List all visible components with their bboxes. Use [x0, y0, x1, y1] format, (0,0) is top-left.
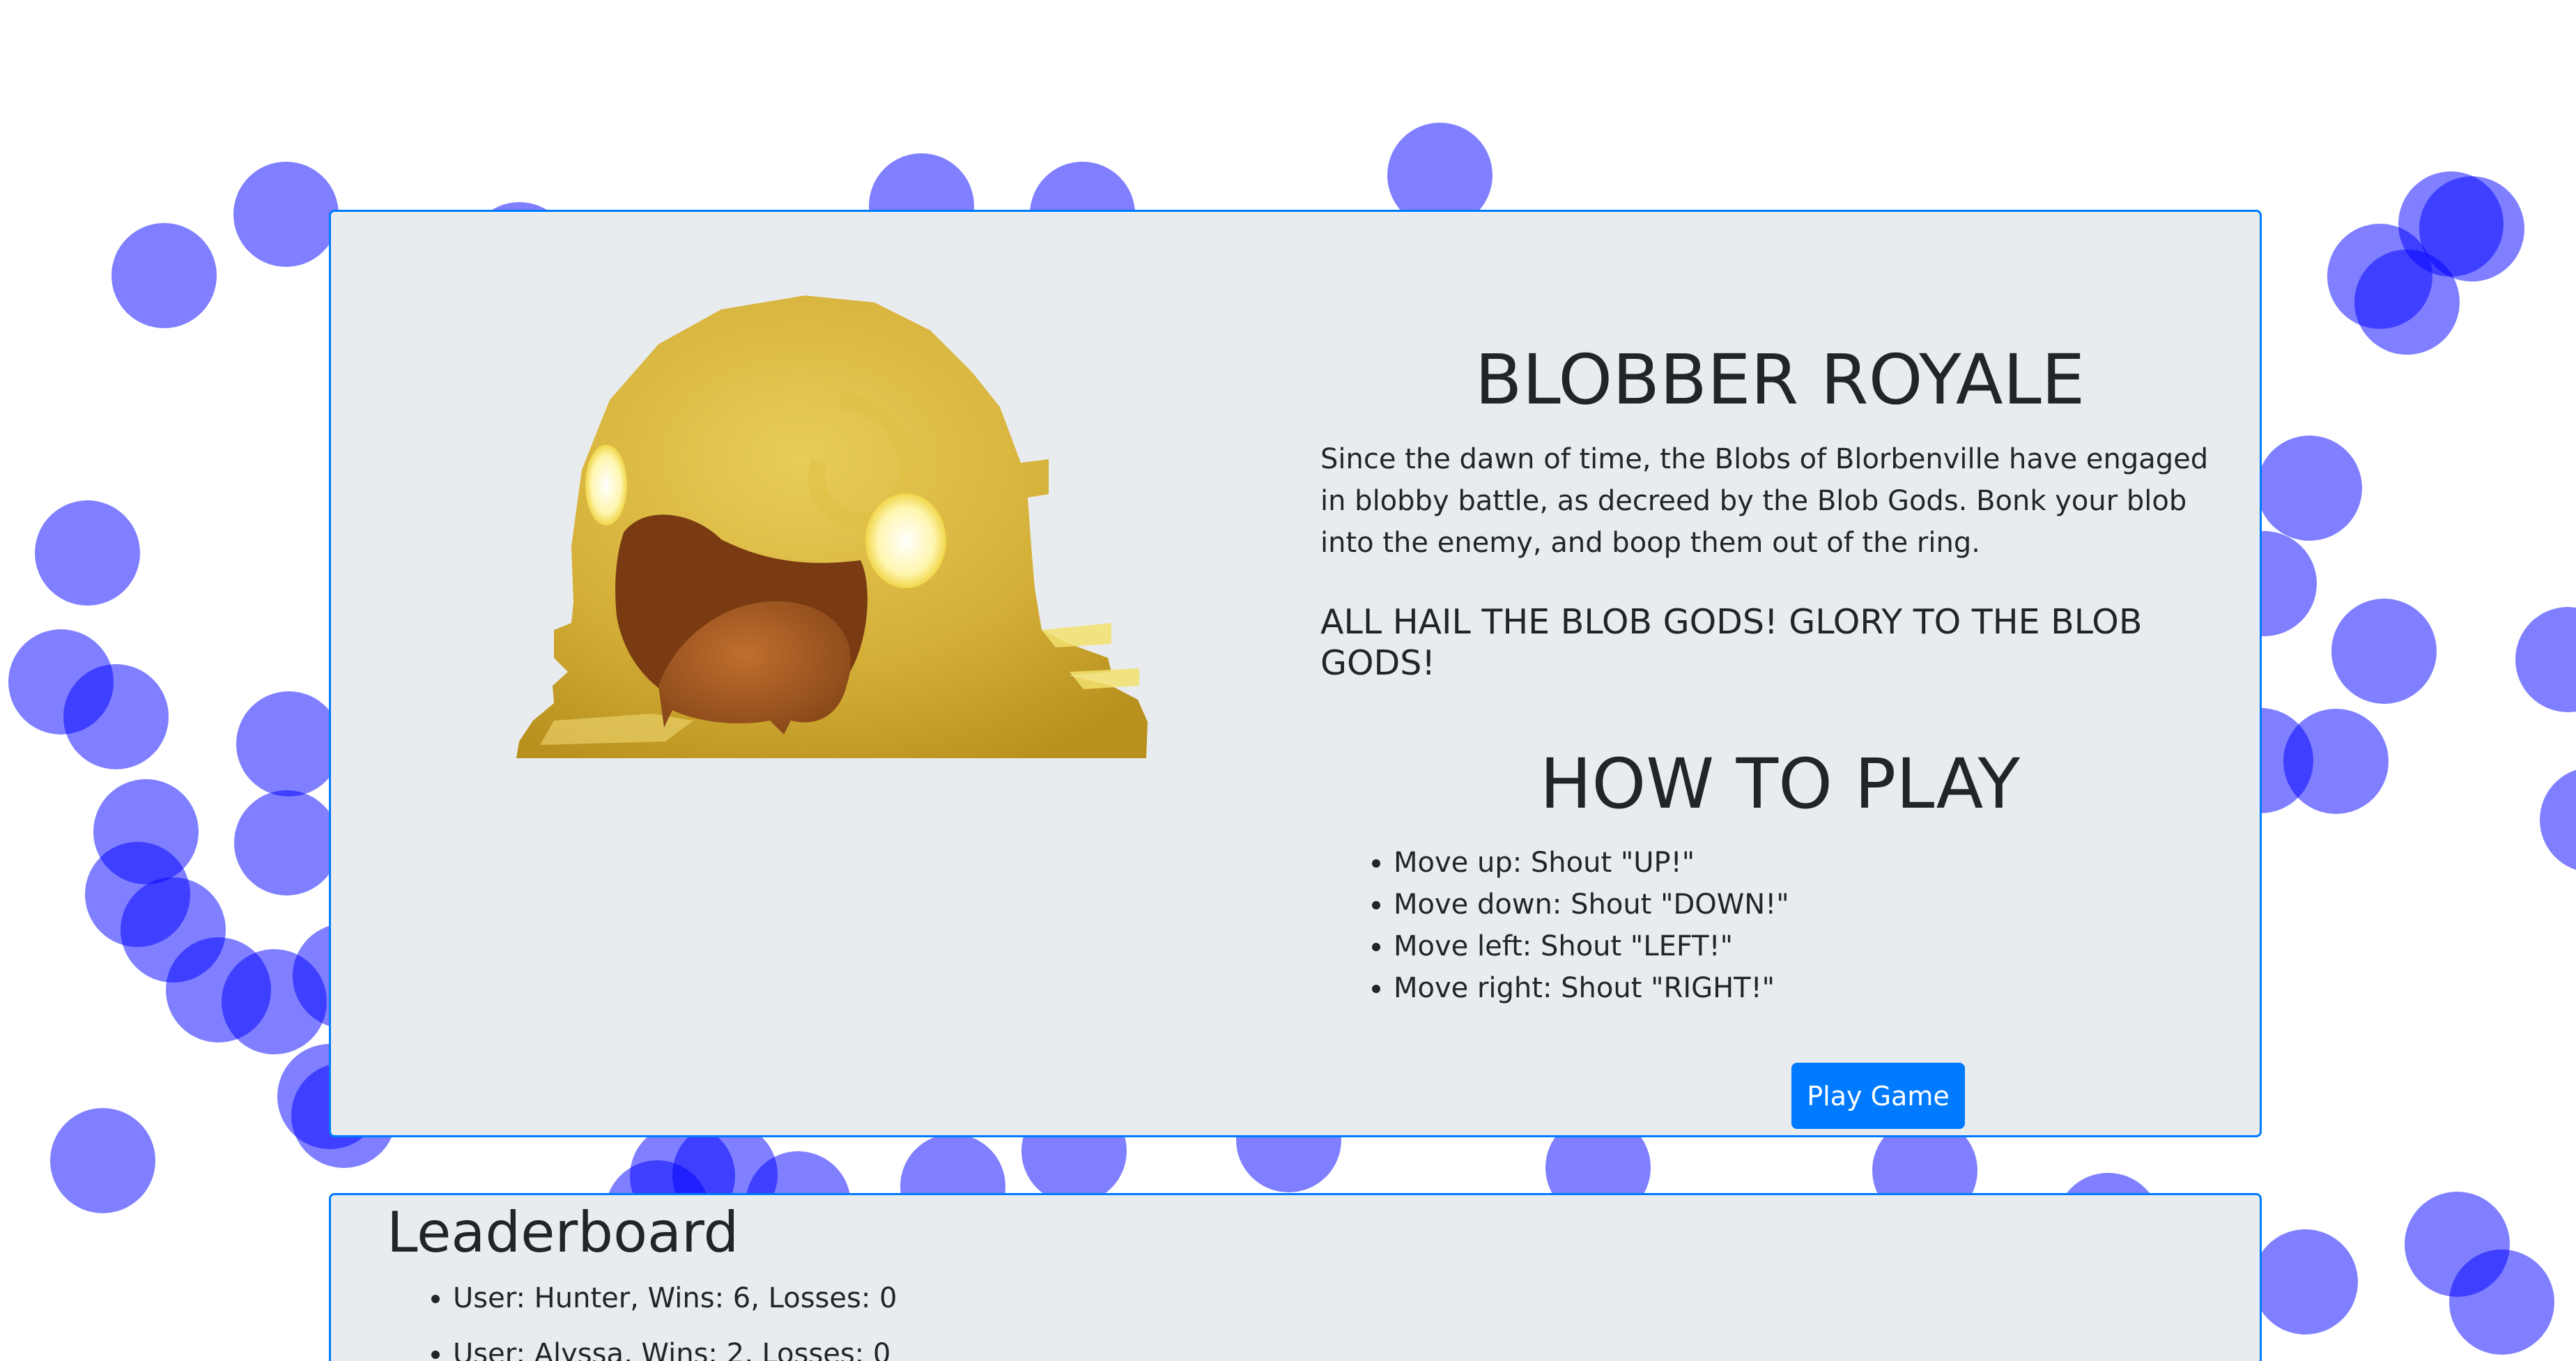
game-info-card: BLOBBER ROYALE Since the dawn of time, t… — [329, 210, 2262, 1137]
control-move-down: Move down: Shout "DOWN!" — [1394, 884, 2160, 925]
background-blob — [234, 790, 339, 895]
background-blob — [2354, 249, 2460, 355]
background-blob — [35, 500, 140, 606]
background-blob — [2253, 1229, 2358, 1335]
blob-monster-icon — [516, 295, 1148, 758]
background-blob — [233, 162, 339, 267]
game-lobby-screen: BLOBBER ROYALE Since the dawn of time, t… — [0, 0, 2576, 1361]
leaderboard-entry: User: Alyssa, Wins: 2, Losses: 0 — [453, 1333, 897, 1361]
blob-gods-slogan: ALL HAIL THE BLOB GODS! GLORY TO THE BLO… — [1320, 602, 2143, 683]
control-move-left: Move left: Shout "LEFT!" — [1394, 925, 2160, 967]
background-blob — [50, 1108, 155, 1213]
control-move-up: Move up: Shout "UP!" — [1394, 842, 2160, 884]
background-blob — [2540, 767, 2576, 872]
leaderboard-entry: User: Hunter, Wins: 6, Losses: 0 — [453, 1277, 897, 1319]
background-blob — [2331, 599, 2437, 704]
background-blob — [2257, 436, 2362, 541]
control-move-right: Move right: Shout "RIGHT!" — [1394, 967, 2160, 1009]
play-game-button[interactable]: Play Game — [1791, 1063, 1965, 1129]
leaderboard-heading: Leaderboard — [387, 1200, 739, 1265]
leaderboard-panel: Leaderboard User: Hunter, Wins: 6, Losse… — [329, 1193, 2262, 1361]
background-blob — [236, 691, 341, 797]
how-to-play-heading: HOW TO PLAY — [1539, 744, 2021, 824]
background-blob — [2449, 1249, 2554, 1355]
background-blob — [111, 223, 217, 328]
leaderboard-list: User: Hunter, Wins: 6, Losses: 0 User: A… — [425, 1277, 897, 1361]
controls-list: Move up: Shout "UP!" Move down: Shout "D… — [1366, 842, 2160, 1009]
game-title: BLOBBER ROYALE — [1474, 340, 2085, 420]
game-intro: Since the dawn of time, the Blobs of Blo… — [1320, 443, 2209, 559]
background-blob — [63, 664, 169, 769]
background-blob — [2283, 709, 2389, 814]
background-blob — [2515, 607, 2576, 712]
